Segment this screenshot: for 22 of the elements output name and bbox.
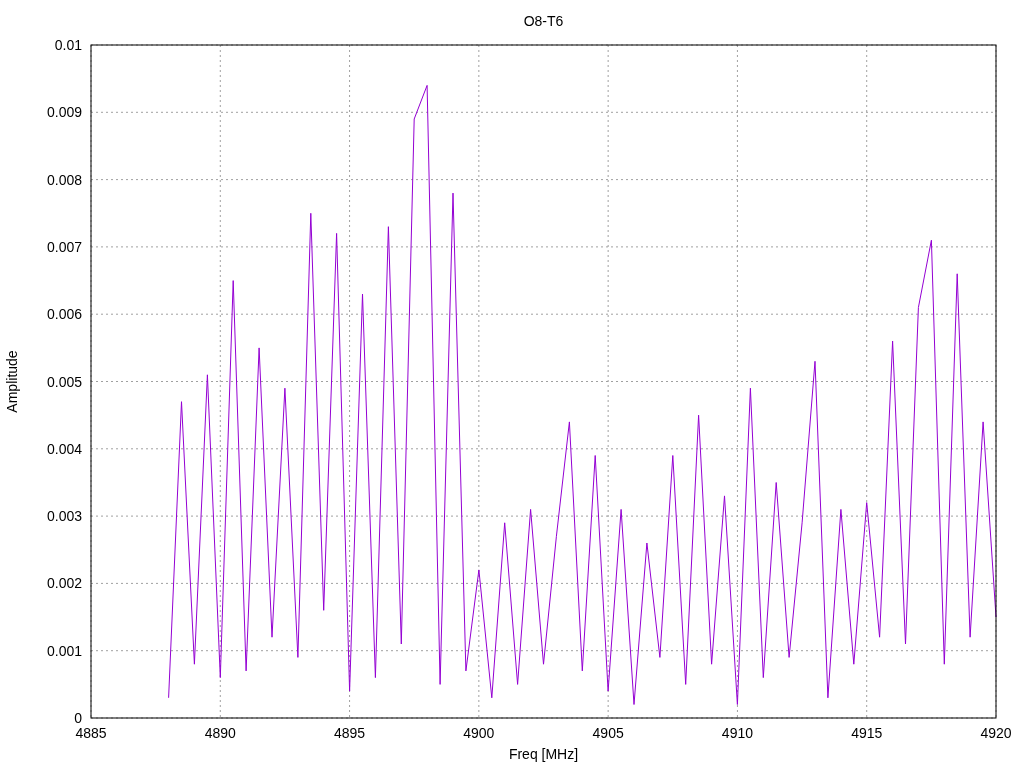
tick-label: 0.001 (46, 642, 82, 659)
chart-title: O8-T6 (523, 13, 564, 29)
tick-label: 0.008 (46, 171, 82, 188)
tick-label: 0.009 (46, 104, 82, 121)
tick-label: 0 (74, 710, 82, 726)
tick-label: 4900 (463, 725, 495, 741)
tick-label: 4890 (204, 725, 236, 741)
tick-label: 4885 (75, 725, 107, 741)
tick-label: 4895 (334, 725, 366, 741)
tick-label: 0.007 (46, 238, 82, 255)
tick-label: 4915 (851, 725, 883, 741)
tick-label: 4905 (592, 725, 624, 741)
axis-label: Amplitude (4, 350, 20, 413)
tick-label: 0.005 (46, 373, 82, 390)
tick-label: 0.003 (46, 508, 82, 525)
tick-label: 4920 (980, 725, 1012, 741)
axis-label: Freq [MHz] (508, 746, 579, 762)
tick-label: 0.004 (46, 440, 82, 457)
tick-label: 0.002 (46, 575, 82, 592)
tick-label: 4910 (721, 725, 753, 741)
tick-label: 0.006 (46, 306, 82, 323)
tick-label: 0.01 (54, 37, 82, 53)
